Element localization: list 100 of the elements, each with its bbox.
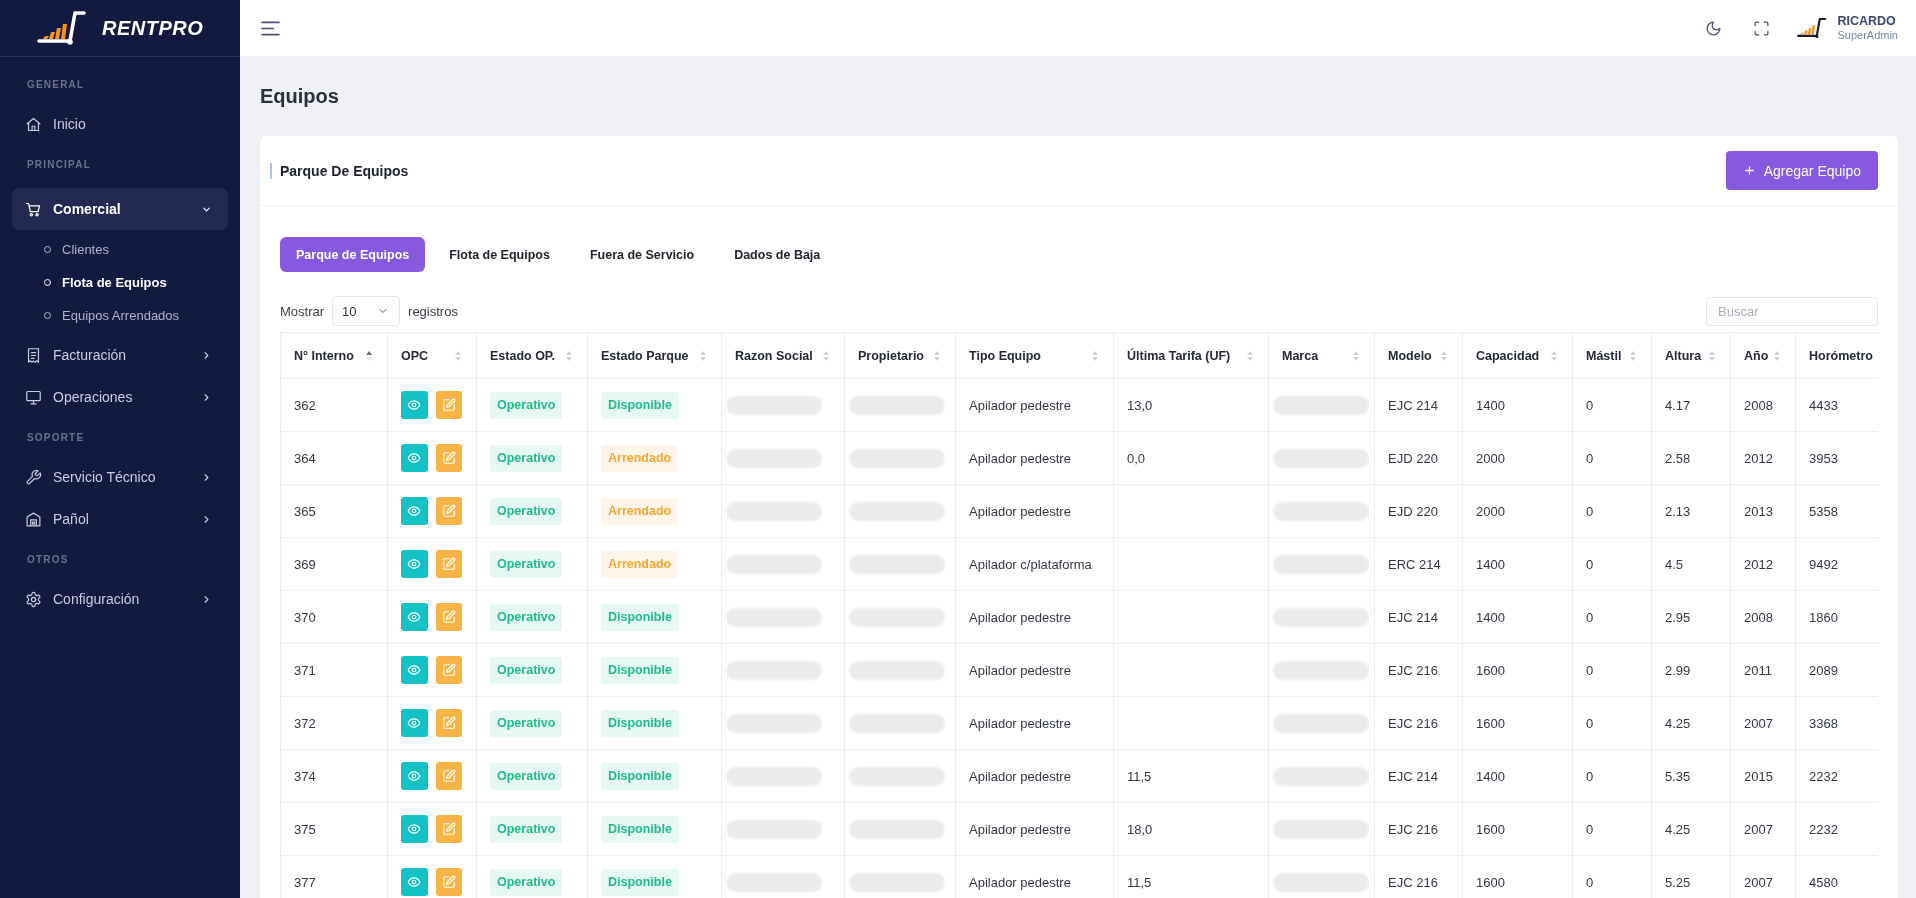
pencil-square-icon: [441, 451, 456, 465]
table-cell: 13,0: [1113, 378, 1269, 432]
column-header[interactable]: N° Interno: [280, 332, 388, 379]
table-cell: 0: [1572, 643, 1652, 697]
nav-item[interactable]: Pañol: [12, 498, 228, 540]
nav-item[interactable]: Operaciones: [12, 376, 228, 418]
table-cell: 0: [1572, 590, 1652, 644]
pencil-square-icon: [441, 398, 456, 412]
eye-icon: [407, 557, 422, 571]
eye-icon: [407, 875, 422, 889]
edit-button[interactable]: [435, 656, 462, 684]
nav-item[interactable]: Inicio: [12, 103, 228, 145]
table-cell: 5.35: [1651, 749, 1731, 803]
user-name: RICARDO: [1837, 14, 1897, 29]
column-header[interactable]: Marca: [1268, 332, 1375, 379]
view-button[interactable]: [401, 550, 428, 578]
column-header[interactable]: Estado OP.: [476, 332, 588, 379]
view-button[interactable]: [401, 815, 428, 843]
table-cell: 18,0: [1113, 802, 1269, 856]
nav-item[interactable]: Configuración: [12, 578, 228, 620]
column-header[interactable]: Tipo Equipo: [955, 332, 1114, 379]
table-cell: 374: [280, 749, 388, 803]
view-button[interactable]: [401, 444, 428, 472]
table-cell: 1400: [1462, 537, 1573, 591]
table-cell: ERC 214: [1374, 537, 1463, 591]
status-badge: Disponible: [601, 815, 679, 843]
column-header[interactable]: Año: [1730, 332, 1796, 379]
table-cell: 1600: [1462, 802, 1573, 856]
eye-icon: [407, 663, 422, 677]
nav-item[interactable]: Servicio Técnico: [12, 456, 228, 498]
tab[interactable]: Dados de Baja: [718, 237, 837, 272]
table-cell: 0: [1572, 802, 1652, 856]
nav-item[interactable]: Comercial: [12, 188, 228, 230]
column-header[interactable]: Capacidad: [1462, 332, 1573, 379]
add-equipment-button[interactable]: Agregar Equipo: [1725, 151, 1878, 190]
view-button[interactable]: [401, 656, 428, 684]
tab[interactable]: Fuera de Servicio: [573, 237, 711, 272]
table-cell: 0: [1572, 696, 1652, 750]
tab[interactable]: Parque de Equipos: [280, 237, 426, 272]
column-header[interactable]: Propietario: [844, 332, 956, 379]
fullscreen-icon[interactable]: [1753, 19, 1771, 37]
eye-icon: [407, 822, 422, 836]
column-header[interactable]: OPC: [387, 332, 477, 379]
table-cell: 370: [280, 590, 388, 644]
status-badge: Disponible: [601, 603, 679, 631]
home-icon: [25, 115, 42, 133]
submenu-item[interactable]: Clientes: [0, 233, 240, 266]
status-badge: Operativo: [490, 444, 563, 472]
status-badge: Disponible: [601, 868, 679, 896]
column-header[interactable]: Altura: [1651, 332, 1731, 379]
view-button[interactable]: [401, 868, 428, 896]
edit-button[interactable]: [435, 762, 462, 790]
view-button[interactable]: [401, 497, 428, 525]
table-cell: 0,0: [1113, 431, 1269, 485]
view-button[interactable]: [401, 762, 428, 790]
status-badge: Operativo: [490, 391, 563, 419]
edit-button[interactable]: [435, 815, 462, 843]
section-label: SOPORTE: [26, 430, 86, 445]
moon-icon[interactable]: [1705, 19, 1723, 37]
brand-name: RENTPRO: [102, 16, 204, 40]
column-header[interactable]: Horómetro: [1795, 332, 1878, 379]
table-cell: 2.95: [1651, 590, 1731, 644]
view-button[interactable]: [401, 391, 428, 419]
edit-button[interactable]: [435, 603, 462, 631]
submenu-item[interactable]: Flota de Equipos: [0, 266, 240, 299]
column-header[interactable]: Modelo: [1374, 332, 1463, 379]
edit-button[interactable]: [435, 868, 462, 896]
section-label: OTROS: [26, 552, 70, 567]
menu-icon[interactable]: [261, 20, 280, 36]
table-cell: EJC 214: [1374, 749, 1463, 803]
submenu-item[interactable]: Equipos Arrendados: [0, 299, 240, 332]
search-field[interactable]: Buscar: [1706, 296, 1878, 326]
table-cell: EJD 220: [1374, 431, 1463, 485]
page-title: Equipos: [260, 84, 340, 108]
table-cell: 0: [1572, 537, 1652, 591]
table-cell: Apilador pedestre: [955, 590, 1114, 644]
status-badge: Operativo: [490, 656, 563, 684]
table-cell: 0: [1572, 484, 1652, 538]
column-header[interactable]: Razon Social: [721, 332, 845, 379]
table-cell: 11,5: [1113, 749, 1269, 803]
monitor-icon: [25, 388, 42, 406]
edit-button[interactable]: [435, 444, 462, 472]
column-header[interactable]: Mástil: [1572, 332, 1652, 379]
page-size-select[interactable]: 10: [332, 296, 401, 326]
nav-item[interactable]: Facturación: [12, 334, 228, 376]
pencil-square-icon: [441, 610, 456, 624]
edit-button[interactable]: [435, 550, 462, 578]
table-cell: Apilador pedestre: [955, 749, 1114, 803]
view-button[interactable]: [401, 709, 428, 737]
edit-button[interactable]: [435, 391, 462, 419]
table-cell: 1600: [1462, 643, 1573, 697]
view-button[interactable]: [401, 603, 428, 631]
edit-button[interactable]: [435, 709, 462, 737]
column-header[interactable]: Última Tarifa (UF): [1113, 332, 1269, 379]
tab[interactable]: Flota de Equipos: [433, 237, 566, 272]
table-cell: 375: [280, 802, 388, 856]
table-cell: 2011: [1730, 643, 1796, 697]
table-cell: EJC 216: [1374, 696, 1463, 750]
edit-button[interactable]: [435, 497, 462, 525]
column-header[interactable]: Estado Parque: [587, 332, 722, 379]
